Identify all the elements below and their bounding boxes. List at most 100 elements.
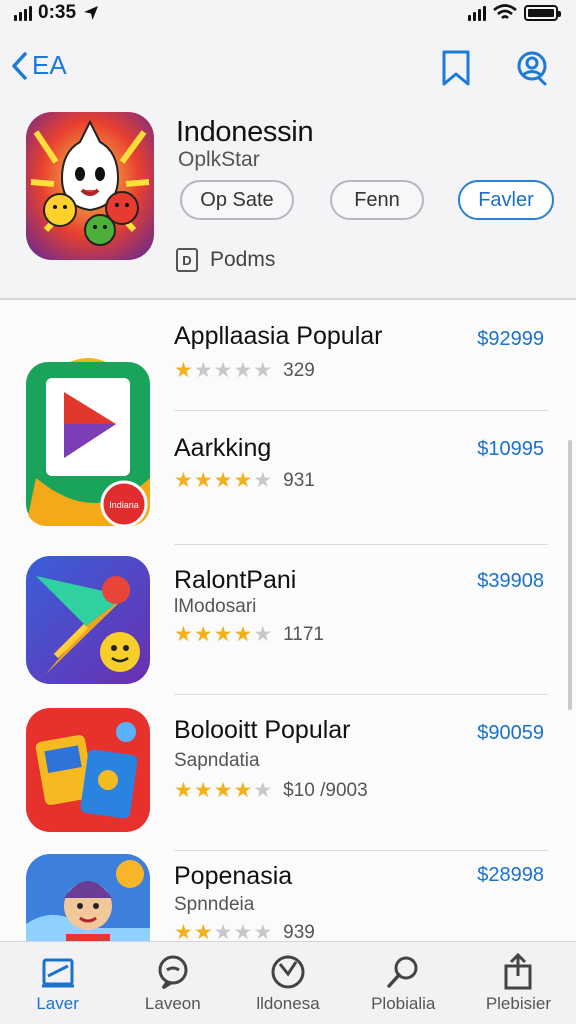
star-icon: ★ bbox=[233, 921, 254, 942]
tab-plebisier[interactable]: Plebisier bbox=[461, 942, 576, 1024]
app-rating: ★★★★★ $10 /9003 bbox=[174, 778, 368, 803]
rating-count: 1171 bbox=[283, 623, 324, 645]
chevron-left-icon bbox=[12, 51, 27, 80]
tab-lldonesa[interactable]: lldonesa bbox=[230, 942, 345, 1024]
status-bar: 0:35 bbox=[0, 0, 576, 26]
rating-count: 939 bbox=[283, 921, 315, 943]
star-icon: ★ bbox=[213, 359, 234, 382]
app-icon-3[interactable] bbox=[26, 556, 150, 684]
star-rating: ★★★★★ bbox=[174, 622, 273, 647]
scrollbar[interactable] bbox=[568, 440, 572, 710]
star-icon: ★ bbox=[253, 921, 274, 942]
star-icon: ★ bbox=[233, 359, 254, 382]
open-button[interactable]: Fenn bbox=[330, 180, 424, 220]
app-subtitle: Sapndatia bbox=[174, 750, 260, 771]
rating-count: $10 /9003 bbox=[283, 779, 368, 801]
price-button[interactable]: $92999 bbox=[477, 328, 544, 351]
star-icon: ★ bbox=[213, 921, 234, 942]
list-item[interactable]: Bolooitt Popular Sapndatia ★★★★★ $10 /90… bbox=[0, 696, 576, 852]
tab-laver[interactable]: Laver bbox=[0, 942, 115, 1024]
star-icon: ★ bbox=[233, 469, 254, 492]
star-icon: ★ bbox=[193, 623, 214, 646]
price-button[interactable]: $10995 bbox=[477, 438, 544, 461]
price-button[interactable]: $28998 bbox=[477, 864, 544, 887]
app-icon-5[interactable] bbox=[26, 854, 150, 942]
item-divider bbox=[174, 694, 548, 695]
app-name: Appllaasia Popular bbox=[174, 322, 383, 350]
bookmark-icon[interactable] bbox=[436, 48, 476, 88]
app-rating: ★★★★★ 931 bbox=[174, 468, 315, 493]
star-rating: ★★★★★ bbox=[174, 468, 273, 493]
tab-plobialia[interactable]: Plobialia bbox=[346, 942, 461, 1024]
star-icon: ★ bbox=[213, 469, 234, 492]
favorite-button[interactable]: Favler bbox=[458, 180, 554, 220]
list-item[interactable]: Popenasia Spnndeia ★★★★★ 939 $28998 bbox=[0, 852, 576, 942]
status-right bbox=[468, 4, 561, 22]
star-icon: ★ bbox=[193, 359, 214, 382]
star-icon: ★ bbox=[174, 469, 194, 492]
rating-count: 931 bbox=[283, 469, 315, 491]
star-icon: ★ bbox=[193, 469, 214, 492]
star-rating: ★★★★★ bbox=[174, 778, 273, 803]
star-icon: ★ bbox=[193, 779, 214, 802]
nav-bar: EA bbox=[0, 40, 576, 96]
price-button[interactable]: $90059 bbox=[477, 722, 544, 745]
app-icon-4[interactable] bbox=[26, 708, 150, 832]
app-rating: ★★★★★ 939 bbox=[174, 920, 315, 942]
star-rating: ★★★★★ bbox=[174, 920, 273, 942]
app-rating: ★★★★★ 1171 bbox=[174, 622, 324, 647]
app-state-button[interactable]: Op Sate bbox=[180, 180, 294, 220]
app-name: Bolooitt Popular bbox=[174, 716, 351, 744]
list-item[interactable]: Indiana Appllaasia Popular ★★★★★ 329 $92… bbox=[0, 300, 576, 526]
back-button[interactable]: EA bbox=[10, 50, 67, 81]
star-icon: ★ bbox=[193, 921, 214, 942]
wifi-icon bbox=[493, 4, 517, 19]
star-icon: ★ bbox=[253, 623, 274, 646]
tab-label: Plebisier bbox=[485, 994, 552, 1013]
app-developer[interactable]: OplkStar bbox=[178, 148, 260, 172]
star-icon: ★ bbox=[213, 779, 234, 802]
app-main-icon[interactable] bbox=[26, 112, 154, 260]
star-icon: ★ bbox=[174, 921, 194, 942]
price-button[interactable]: $39908 bbox=[477, 570, 544, 593]
star-icon: ★ bbox=[213, 623, 234, 646]
item-divider bbox=[174, 410, 548, 411]
cards-icon bbox=[26, 708, 150, 832]
app-name: RalontPani bbox=[174, 566, 297, 594]
location-arrow-icon bbox=[84, 6, 99, 20]
paper-plane-icon bbox=[26, 556, 150, 684]
news-icon bbox=[41, 958, 74, 988]
star-icon: ★ bbox=[233, 623, 254, 646]
document-icon: D bbox=[176, 248, 198, 272]
podms-info[interactable]: D Podms bbox=[176, 248, 275, 272]
item-divider bbox=[174, 544, 548, 545]
cellular-signal-icon-right bbox=[468, 5, 486, 21]
back-label: EA bbox=[32, 50, 67, 80]
star-icon: ★ bbox=[233, 779, 254, 802]
star-icon: ★ bbox=[253, 779, 274, 802]
app-title: Indonessin bbox=[176, 116, 314, 148]
tab-laveon[interactable]: Laveon bbox=[115, 942, 230, 1024]
tab-label: Laveon bbox=[144, 994, 201, 1013]
app-list: Indiana Appllaasia Popular ★★★★★ 329 $92… bbox=[0, 300, 576, 942]
star-rating: ★★★★★ bbox=[174, 358, 273, 383]
tab-label: Laver bbox=[36, 994, 79, 1013]
star-icon: ★ bbox=[253, 469, 274, 492]
mascot-icon bbox=[26, 112, 154, 260]
battery-icon bbox=[524, 5, 561, 21]
tab-label: Plobialia bbox=[371, 994, 436, 1013]
status-time: 0:35 bbox=[38, 2, 77, 23]
profile-icon[interactable] bbox=[512, 48, 552, 88]
status-left: 0:35 bbox=[14, 2, 100, 24]
clock-icon bbox=[271, 955, 305, 989]
star-icon: ★ bbox=[174, 779, 194, 802]
app-name: Popenasia bbox=[174, 862, 293, 890]
cellular-signal-icon bbox=[14, 5, 32, 21]
list-item[interactable]: Aarkking ★★★★★ 931 $10995 bbox=[0, 412, 576, 546]
star-icon: ★ bbox=[174, 359, 194, 382]
star-icon: ★ bbox=[174, 623, 194, 646]
item-divider bbox=[174, 850, 548, 851]
tab-bar: Laver Laveon lldonesa Plobialia Plebisie… bbox=[0, 941, 576, 1024]
list-item[interactable]: RalontPani lModosari ★★★★★ 1171 $39908 bbox=[0, 546, 576, 696]
star-icon: ★ bbox=[253, 359, 274, 382]
